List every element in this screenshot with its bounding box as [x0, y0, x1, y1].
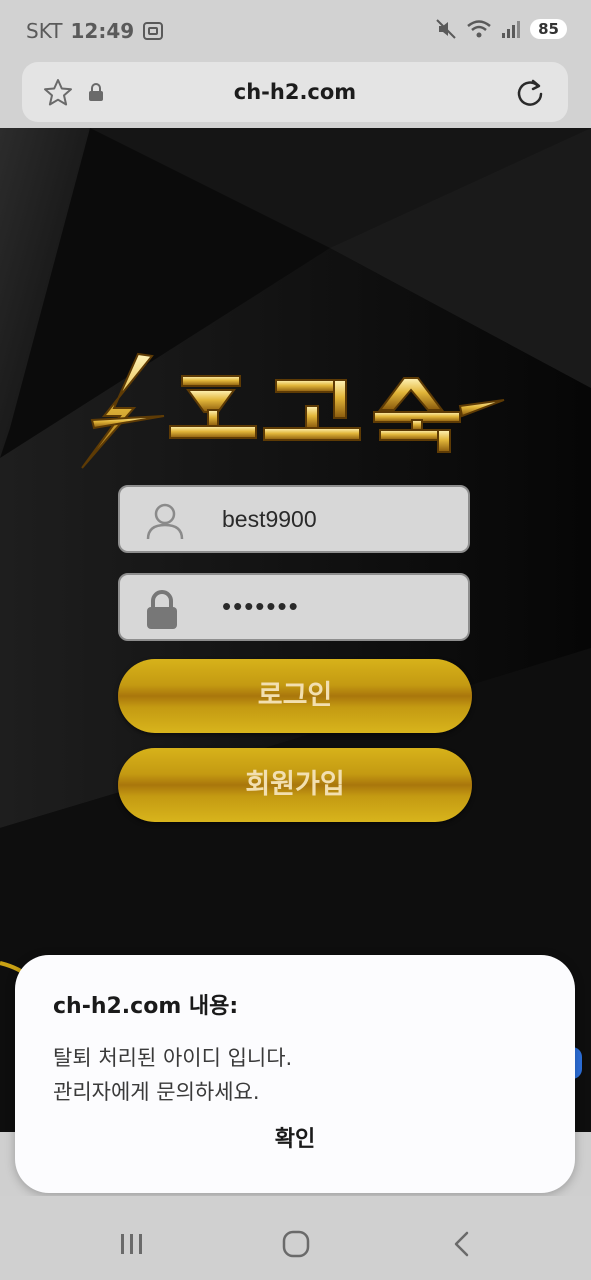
back-icon[interactable]	[452, 1230, 472, 1258]
system-nav-bar	[0, 1196, 591, 1280]
wifi-icon	[467, 20, 491, 38]
dialog-title: ch-h2.com 내용:	[53, 994, 239, 1019]
carrier-label: SKT	[26, 19, 63, 43]
address-bar[interactable]: ch-h2.com	[22, 62, 568, 122]
home-icon[interactable]	[282, 1230, 310, 1258]
mute-icon	[436, 19, 456, 39]
dialog-message-line1: 탈퇴 처리된 아이디 입니다.	[53, 1046, 293, 1070]
padlock-icon	[147, 590, 177, 629]
dialog-message-line2: 관리자에게 문의하세요.	[53, 1080, 260, 1104]
username-value: best9900	[222, 506, 317, 532]
alert-dialog: ch-h2.com 내용: 탈퇴 처리된 아이디 입니다. 관리자에게 문의하세…	[15, 955, 575, 1193]
username-field[interactable]: best9900	[118, 485, 470, 553]
clock: 12:49	[70, 19, 135, 43]
browser-toolbar: ch-h2.com	[0, 62, 591, 128]
recents-icon[interactable]	[118, 1232, 146, 1256]
status-bar: SKT 12:49 85	[0, 0, 591, 62]
screenshot-icon	[143, 22, 164, 40]
login-button[interactable]: 로그인	[118, 659, 472, 733]
signup-button[interactable]: 회원가입	[118, 748, 472, 822]
reload-icon[interactable]	[514, 77, 546, 109]
confirm-button[interactable]: 확인	[15, 1121, 575, 1153]
signal-icon	[502, 21, 521, 38]
password-field[interactable]: •••••••	[118, 573, 470, 641]
password-value: •••••••	[222, 591, 300, 621]
dialog-message: 탈퇴 처리된 아이디 입니다. 관리자에게 문의하세요.	[53, 1041, 292, 1109]
site-logo	[81, 352, 505, 469]
url-text[interactable]: ch-h2.com	[22, 80, 568, 104]
battery-level: 85	[530, 19, 567, 39]
user-icon	[146, 503, 184, 540]
